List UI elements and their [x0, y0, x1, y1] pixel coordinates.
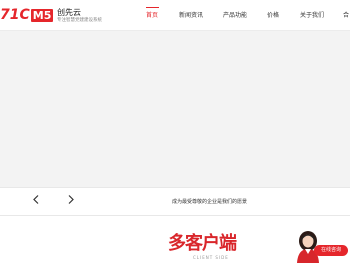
chevron-right-icon[interactable] — [68, 194, 74, 207]
brand-name: 创先云 — [57, 8, 81, 17]
carousel-caption: 成为最受尊敬的企业是我们的愿景 — [172, 199, 248, 205]
logo-mark-box: M5 — [30, 9, 54, 22]
nav-more[interactable]: 合 — [343, 12, 349, 20]
brand-tagline: 专注智慧党建建设系统 — [57, 18, 102, 23]
nav-pricing[interactable]: 价格 — [267, 12, 279, 20]
section-subtitle: CLIENT SIDE — [193, 255, 229, 260]
nav-news[interactable]: 新闻资讯 — [179, 12, 203, 20]
chevron-left-icon[interactable] — [33, 194, 39, 207]
nav-active-indicator — [146, 7, 159, 8]
section-title: 多客户端 — [168, 233, 237, 254]
hero-banner — [0, 31, 350, 187]
nav-features[interactable]: 产品功能 — [223, 12, 247, 20]
online-consult-button[interactable]: 在线咨询 — [314, 245, 348, 256]
site-header: 71C M5 创先云 专注智慧党建建设系统 首页 新闻资讯 产品功能 价格 关于我… — [0, 0, 350, 31]
logo-mark-text: 71C — [0, 7, 30, 23]
nav-about[interactable]: 关于我们 — [300, 12, 324, 20]
carousel-strip: 成为最受尊敬的企业是我们的愿景 — [0, 187, 350, 216]
logo[interactable]: 71C M5 — [0, 7, 54, 23]
nav-home[interactable]: 首页 — [146, 12, 158, 20]
